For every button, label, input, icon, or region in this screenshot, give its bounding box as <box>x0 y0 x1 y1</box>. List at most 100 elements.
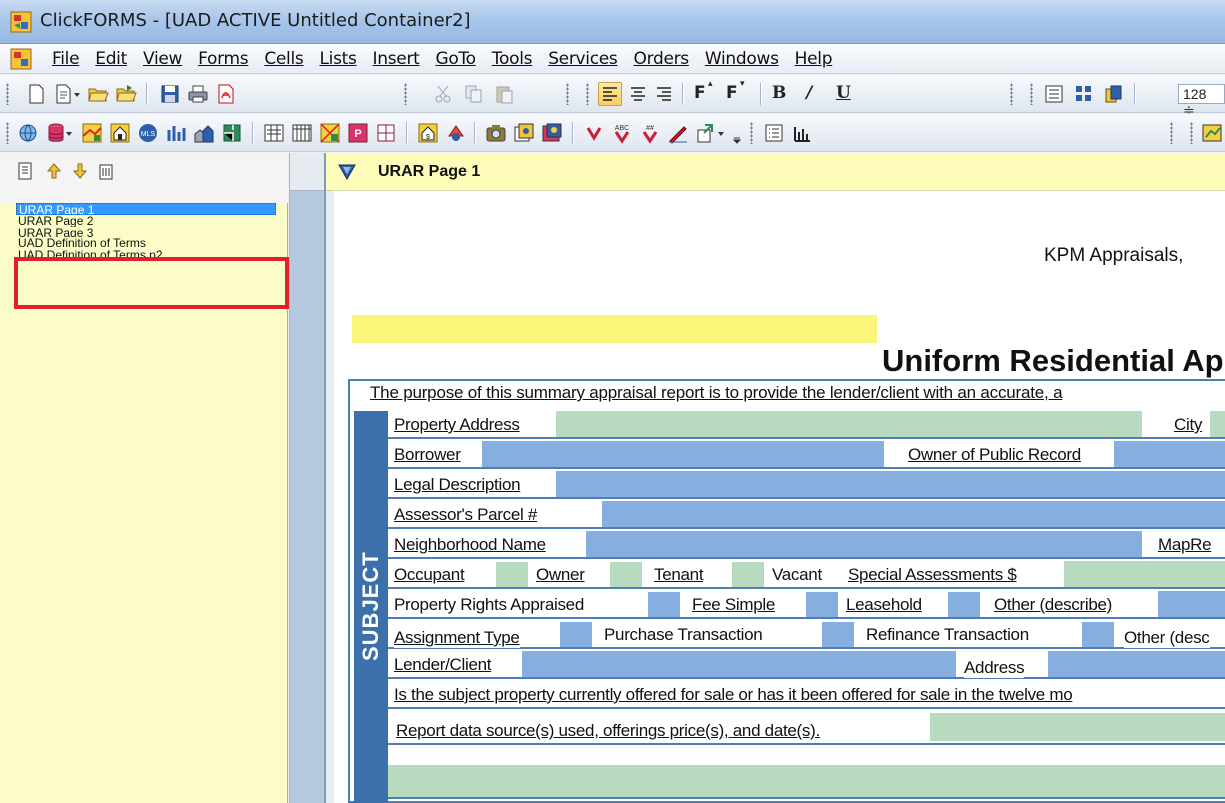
assessors-parcel-field[interactable] <box>602 501 1225 527</box>
report-data-source-continuation-field[interactable] <box>388 765 1225 799</box>
toolbar-grip[interactable] <box>6 83 9 105</box>
toolbar-grip[interactable] <box>404 83 407 105</box>
toolbar-grip[interactable] <box>6 122 9 144</box>
italic-button[interactable]: / <box>806 83 812 103</box>
menu-view[interactable]: View <box>135 49 190 69</box>
report-button[interactable] <box>1200 121 1224 145</box>
export-dropdown-button[interactable] <box>716 121 726 145</box>
toolbar-grip[interactable] <box>586 83 589 105</box>
menu-goto[interactable]: GoTo <box>428 49 484 69</box>
internet-services-button[interactable] <box>16 121 40 145</box>
page-item-uad-definition-of-terms[interactable]: UAD Definition of Terms <box>0 237 288 249</box>
purchase-transaction-checkbox[interactable] <box>560 622 592 647</box>
grid-view-button[interactable] <box>1072 82 1096 106</box>
refinance-transaction-checkbox[interactable] <box>822 622 854 647</box>
bold-button[interactable]: B <box>772 83 786 103</box>
photos-button[interactable]: P <box>346 121 370 145</box>
page-item-urar-page-3[interactable]: URAR Page 3 <box>0 227 288 237</box>
toolbar-grip[interactable] <box>1170 122 1173 144</box>
toolbar-grip[interactable] <box>1010 83 1013 105</box>
sketch-button[interactable] <box>220 121 244 145</box>
map-button[interactable] <box>80 121 104 145</box>
copy-button[interactable] <box>462 82 486 106</box>
panel-splitter[interactable] <box>289 153 325 803</box>
menu-forms[interactable]: Forms <box>190 49 256 69</box>
toolbar-grip[interactable] <box>1030 83 1033 105</box>
cost-approach-button[interactable]: $ <box>416 121 440 145</box>
cut-button[interactable] <box>432 82 456 106</box>
menu-orders[interactable]: Orders <box>625 49 696 69</box>
table-button[interactable] <box>290 121 314 145</box>
neighborhood-button[interactable] <box>192 121 216 145</box>
spell-check-button[interactable] <box>582 121 606 145</box>
vacant-checkbox[interactable] <box>732 562 764 587</box>
export-button[interactable] <box>694 121 718 145</box>
paste-button[interactable] <box>492 82 516 106</box>
owner-public-record-field[interactable] <box>1114 441 1225 467</box>
menu-windows[interactable]: Windows <box>697 49 787 69</box>
number-check-button[interactable]: ## <box>638 121 662 145</box>
underline-button[interactable]: U <box>836 83 851 103</box>
signature-button[interactable] <box>666 121 690 145</box>
increase-font-button[interactable]: F <box>694 83 706 103</box>
fee-simple-checkbox[interactable] <box>648 592 680 617</box>
menu-file[interactable]: File <box>44 49 87 69</box>
pdf-export-button[interactable] <box>214 82 238 106</box>
print-button[interactable] <box>186 82 210 106</box>
file-number-field[interactable] <box>352 315 877 343</box>
owner-checkbox[interactable] <box>496 562 528 587</box>
special-assessments-field[interactable] <box>1064 561 1225 587</box>
page-item-urar-page-2[interactable]: URAR Page 2 <box>0 215 288 227</box>
tenant-checkbox[interactable] <box>610 562 642 587</box>
image-import-button[interactable] <box>512 121 536 145</box>
chart-button[interactable] <box>790 121 814 145</box>
leasehold-checkbox[interactable] <box>806 592 838 617</box>
comparables-button[interactable] <box>108 121 132 145</box>
page-item-urar-page-1[interactable]: URAR Page 1 <box>16 203 276 215</box>
toolbar-overflow-button[interactable] <box>732 121 742 145</box>
page-properties-icon[interactable] <box>16 161 36 181</box>
spell-check-abc-button[interactable]: ABC <box>610 121 634 145</box>
image-editor-button[interactable] <box>540 121 564 145</box>
save-button[interactable] <box>158 82 182 106</box>
menu-lists[interactable]: Lists <box>311 49 364 69</box>
location-analysis-button[interactable] <box>444 121 468 145</box>
location-map-button[interactable] <box>318 121 342 145</box>
arrow-down-icon[interactable] <box>70 161 90 181</box>
menu-insert[interactable]: Insert <box>365 49 428 69</box>
document-window-icon[interactable] <box>10 48 32 70</box>
mls-button[interactable]: MLS <box>136 121 160 145</box>
database-dropdown-button[interactable] <box>64 121 74 145</box>
form-page-header[interactable]: URAR Page 1 <box>326 153 1225 191</box>
city-field[interactable] <box>1210 411 1225 437</box>
toolbar-grip[interactable] <box>750 122 753 144</box>
menu-services[interactable]: Services <box>540 49 625 69</box>
new-document-button[interactable] <box>24 82 48 106</box>
align-left-button[interactable] <box>598 82 622 106</box>
neighborhood-name-field[interactable] <box>586 531 1142 557</box>
toolbar-grip[interactable] <box>566 83 569 105</box>
flood-map-button[interactable] <box>262 121 286 145</box>
other-rights-checkbox[interactable] <box>948 592 980 617</box>
exhibits-button[interactable] <box>374 121 398 145</box>
decrease-font-button[interactable]: F <box>726 83 738 103</box>
template-dropdown-button[interactable] <box>72 82 82 106</box>
other-rights-field[interactable] <box>1158 591 1225 617</box>
list-button[interactable] <box>762 121 786 145</box>
toolbar-grip[interactable] <box>1190 122 1193 144</box>
collapse-triangle-icon[interactable] <box>338 164 356 180</box>
legal-description-field[interactable] <box>556 471 1225 497</box>
delete-page-icon[interactable] <box>96 161 116 181</box>
lender-client-field[interactable] <box>522 651 956 677</box>
documents-button[interactable] <box>1102 82 1126 106</box>
arrow-up-icon[interactable] <box>44 161 64 181</box>
market-analysis-button[interactable] <box>164 121 188 145</box>
menu-help[interactable]: Help <box>787 49 841 69</box>
camera-button[interactable] <box>484 121 508 145</box>
menu-tools[interactable]: Tools <box>484 49 540 69</box>
align-right-button[interactable] <box>652 82 676 106</box>
menu-cells[interactable]: Cells <box>256 49 311 69</box>
property-address-field[interactable] <box>556 411 1142 437</box>
menu-edit[interactable]: Edit <box>87 49 135 69</box>
open-recent-button[interactable] <box>114 82 138 106</box>
